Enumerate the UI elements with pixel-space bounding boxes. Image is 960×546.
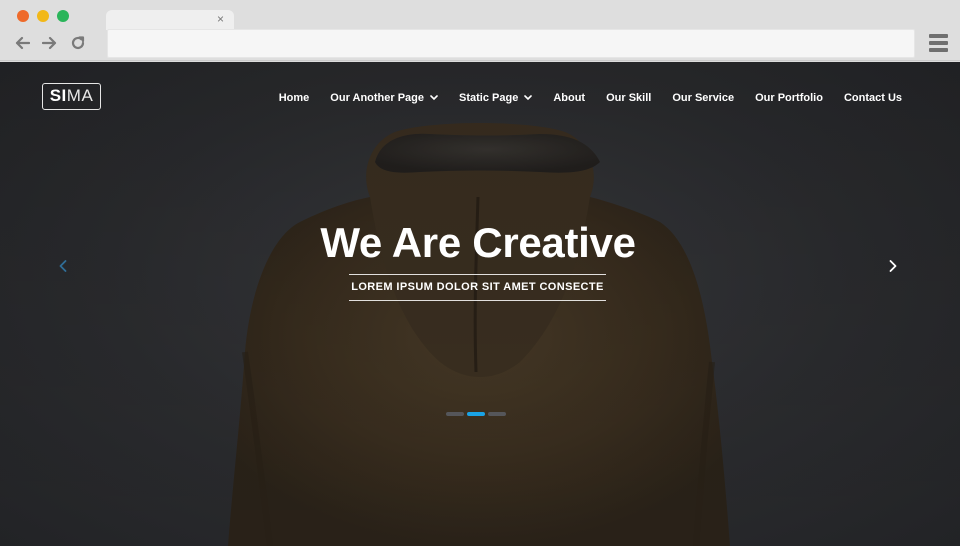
tab-close-icon[interactable]: × — [217, 12, 224, 26]
nav-item-contact-us[interactable]: Contact Us — [844, 92, 902, 104]
site-header: SIMA Home Our Another Page Static Page A… — [0, 62, 960, 136]
carousel-next-arrow-icon[interactable] — [885, 258, 901, 274]
nav-item-label: Our Another Page — [330, 92, 425, 104]
hero-subtitle-frame: LOREM IPSUM DOLOR SIT AMET CONSECTE — [349, 274, 606, 301]
window-controls — [17, 10, 69, 22]
nav-item-label: Our Service — [672, 92, 735, 104]
nav-item-our-another-page[interactable]: Our Another Page — [330, 92, 438, 104]
browser-chrome: × — [0, 0, 960, 61]
carousel-prev-arrow-icon[interactable] — [55, 258, 71, 274]
nav-item-about[interactable]: About — [553, 92, 585, 104]
reload-icon[interactable] — [68, 33, 88, 53]
close-window-button[interactable] — [17, 10, 29, 22]
hamburger-menu-icon[interactable] — [929, 34, 948, 52]
address-bar[interactable] — [107, 29, 915, 58]
hero-title: We Are Creative — [320, 219, 636, 266]
main-navigation: Home Our Another Page Static Page About … — [258, 92, 902, 104]
hero-subtitle: LOREM IPSUM DOLOR SIT AMET CONSECTE — [351, 281, 604, 293]
nav-item-our-service[interactable]: Our Service — [672, 92, 734, 104]
nav-item-label: Contact Us — [843, 92, 902, 104]
minimize-window-button[interactable] — [37, 10, 49, 22]
website-viewport: SIMA Home Our Another Page Static Page A… — [0, 62, 960, 546]
nav-item-label: About — [553, 92, 586, 104]
nav-item-home[interactable]: Home — [279, 92, 310, 104]
forward-arrow-icon[interactable] — [40, 33, 60, 53]
nav-item-label: Our Skill — [606, 92, 652, 104]
nav-item-label: Home — [278, 92, 310, 104]
carousel-indicator[interactable] — [488, 412, 506, 416]
browser-tab[interactable]: × — [106, 10, 234, 30]
logo-text-bold: SI — [49, 86, 67, 105]
nav-item-label: Static Page — [459, 92, 519, 104]
nav-item-our-portfolio[interactable]: Our Portfolio — [755, 92, 823, 104]
carousel-indicator[interactable] — [446, 412, 464, 416]
back-arrow-icon[interactable] — [12, 33, 32, 53]
nav-item-our-skill[interactable]: Our Skill — [606, 92, 651, 104]
site-logo[interactable]: SIMA — [42, 83, 101, 110]
chevron-down-icon — [524, 95, 533, 101]
carousel-indicators — [446, 412, 506, 416]
maximize-window-button[interactable] — [57, 10, 69, 22]
chevron-down-icon — [430, 95, 438, 101]
logo-text-light: MA — [66, 86, 94, 105]
nav-item-label: Our Portfolio — [755, 92, 823, 104]
nav-item-static-page[interactable]: Static Page — [459, 92, 533, 104]
carousel-indicator[interactable] — [467, 412, 485, 416]
browser-nav-buttons — [12, 33, 88, 53]
